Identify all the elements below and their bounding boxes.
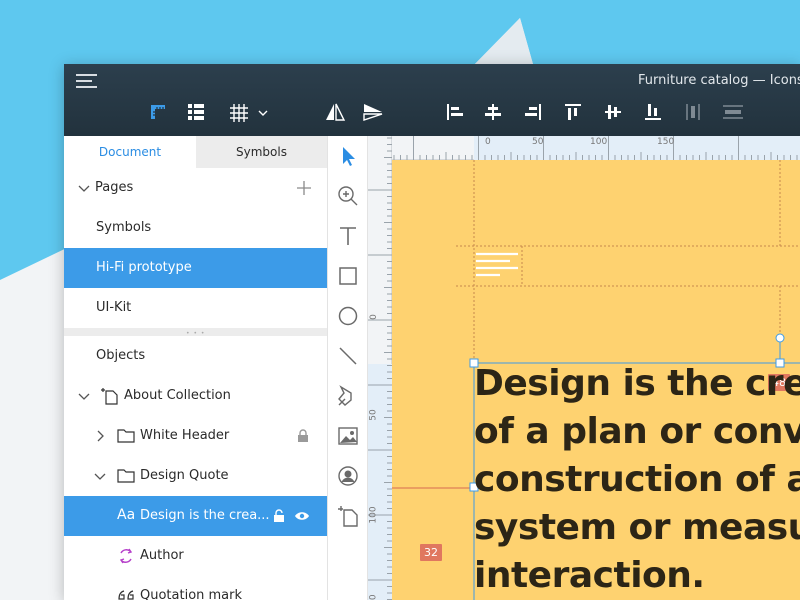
distribute-horizontal-icon[interactable] xyxy=(680,98,706,126)
align-left-icon[interactable] xyxy=(442,98,468,126)
hruler-label: 100 xyxy=(590,137,608,147)
tab-document[interactable]: Document xyxy=(64,136,196,168)
pages-header[interactable]: Pages xyxy=(64,168,327,208)
vertical-ruler[interactable]: 0 50 100 150 xyxy=(368,136,392,600)
object-item-white-header[interactable]: White Header xyxy=(64,416,327,456)
quote-text[interactable]: Design is the creation of a plan or conv… xyxy=(474,360,800,600)
eye-icon[interactable] xyxy=(294,510,310,522)
pointer-icon[interactable] xyxy=(336,144,360,168)
objects-title: Objects xyxy=(96,348,146,363)
horizontal-ruler[interactable]: 0 50 100 150 xyxy=(392,136,800,160)
hruler-label: 50 xyxy=(532,137,544,147)
objects-header: Objects xyxy=(64,336,327,376)
distribute-vertical-icon[interactable] xyxy=(720,98,746,126)
chevron-right-icon[interactable] xyxy=(94,430,106,442)
lock-icon[interactable] xyxy=(297,429,309,443)
panel-splitter[interactable]: • • • xyxy=(64,328,327,337)
quotation-icon xyxy=(118,590,134,600)
rectangle-icon[interactable] xyxy=(336,264,360,288)
tools-column xyxy=(327,136,368,600)
ellipse-icon[interactable] xyxy=(336,304,360,328)
text-icon: Aa xyxy=(117,507,136,523)
object-item-about-collection[interactable]: About Collection xyxy=(64,376,327,416)
image-icon[interactable] xyxy=(336,424,360,448)
align-top-icon[interactable] xyxy=(560,98,586,126)
tab-symbols[interactable]: Symbols xyxy=(196,136,327,168)
align-middle-vertical-icon[interactable] xyxy=(600,98,626,126)
flip-vertical-icon[interactable] xyxy=(360,98,386,126)
align-bottom-icon[interactable] xyxy=(640,98,666,126)
object-item-quotation-mark[interactable]: Quotation mark xyxy=(64,576,327,600)
artboard-icon[interactable] xyxy=(336,504,360,528)
page-item-symbols[interactable]: Symbols xyxy=(64,208,327,248)
chevron-down-icon[interactable] xyxy=(78,182,90,194)
hruler-label: 150 xyxy=(657,137,675,147)
design-canvas[interactable]: 48 32 Design is the creation of a plan o… xyxy=(392,160,800,600)
window-title: Furniture catalog — Icons8 xyxy=(638,73,800,88)
object-item-design-quote[interactable]: Design Quote xyxy=(64,456,327,496)
object-item-author[interactable]: Author xyxy=(64,536,327,576)
line-icon[interactable] xyxy=(336,344,360,368)
title-bar: Furniture catalog — Icons8 xyxy=(64,64,800,136)
chevron-down-icon[interactable] xyxy=(94,470,106,482)
app-window: Furniture catalog — Icons8 Document Symb… xyxy=(64,64,800,600)
panel-tabs: Document Symbols xyxy=(64,136,327,168)
align-right-icon[interactable] xyxy=(520,98,546,126)
vruler-label: 150 xyxy=(369,594,379,600)
ruler-grid-icon[interactable] xyxy=(144,98,172,126)
add-page-icon[interactable] xyxy=(296,180,312,196)
unlock-icon[interactable] xyxy=(273,509,285,523)
align-center-horizontal-icon[interactable] xyxy=(480,98,506,126)
vruler-label: 0 xyxy=(368,314,379,320)
layers-panel: Pages Symbols Hi-Fi prototype UI-Kit • •… xyxy=(64,168,327,600)
text-tool-icon[interactable] xyxy=(336,224,360,248)
layout-grid-icon[interactable] xyxy=(182,98,210,126)
pages-title: Pages xyxy=(95,180,134,195)
vruler-label: 100 xyxy=(368,506,379,524)
pen-icon[interactable] xyxy=(336,384,360,408)
folder-icon xyxy=(117,429,135,443)
chevron-down-icon[interactable] xyxy=(78,390,90,402)
flip-horizontal-icon[interactable] xyxy=(322,98,348,126)
avatar-icon[interactable] xyxy=(336,464,360,488)
artboard-icon xyxy=(101,388,118,405)
folder-icon xyxy=(117,469,135,483)
symbol-icon xyxy=(119,548,133,564)
hruler-label: 0 xyxy=(485,137,491,147)
page-item-hi-fi-prototype[interactable]: Hi-Fi prototype xyxy=(64,248,327,288)
object-item-design-text[interactable]: Aa Design is the crea... xyxy=(64,496,327,536)
page-item-ui-kit[interactable]: UI-Kit xyxy=(64,288,327,328)
vruler-label: 50 xyxy=(368,409,379,421)
zoom-icon[interactable] xyxy=(336,184,360,208)
grid-icon[interactable] xyxy=(224,98,272,126)
spacing-badge-left: 32 xyxy=(420,544,442,561)
hamburger-menu-icon[interactable] xyxy=(76,73,97,89)
